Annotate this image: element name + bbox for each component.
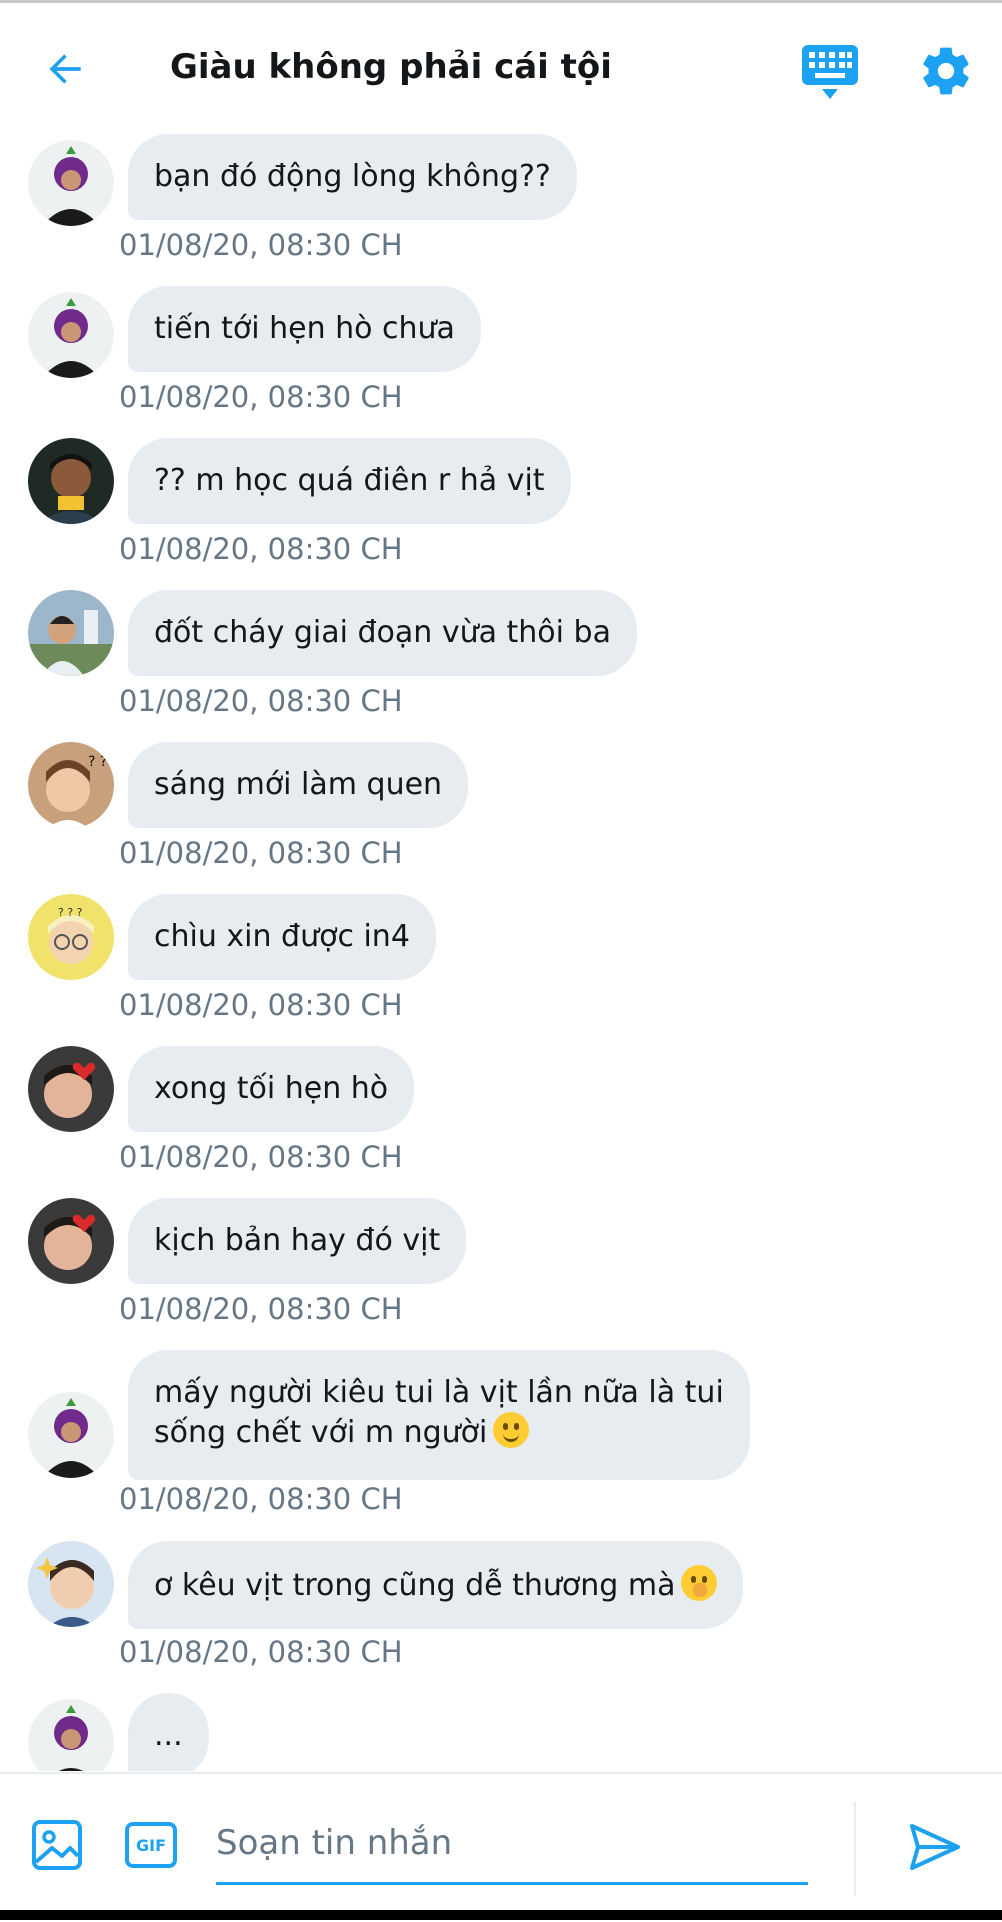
add-gif-button[interactable]: GIF (124, 1818, 178, 1872)
message-bubble[interactable]: bạn đó động lòng không?? (128, 134, 577, 220)
message-bubble[interactable]: đốt cháy giai đoạn vừa thôi ba (128, 590, 637, 676)
message-timestamp: 01/08/20, 08:30 CH (119, 1140, 403, 1174)
message-timestamp: 01/08/20, 08:30 CH (119, 228, 403, 262)
message-line: mấy người kiêu tui là vịt lần nữa là tui (154, 1375, 724, 1410)
message-line: sống chết với m người (154, 1412, 724, 1452)
message-text: ơ kêu vịt trong cũng dễ thương mà (154, 1568, 676, 1603)
image-icon (32, 1820, 82, 1870)
conversation-title[interactable]: Giàu không phải cái tội (170, 47, 612, 87)
message-timestamp: 01/08/20, 08:30 CH (119, 380, 403, 414)
slightly-smiling-emoji-icon (493, 1412, 530, 1448)
send-button[interactable] (906, 1818, 964, 1876)
keyboard-button[interactable] (800, 43, 860, 101)
message-timestamp: 01/08/20, 08:30 CH (119, 1635, 403, 1669)
message-bubble[interactable]: kịch bản hay đó vịt (128, 1198, 467, 1284)
message-bubble[interactable]: sáng mới làm quen (128, 742, 469, 828)
message-bubble[interactable]: ?? m học quá điên r hả vịt (128, 438, 571, 524)
conversation-header: Giàu không phải cái tội (0, 3, 1002, 131)
heart-avatar[interactable] (28, 1198, 114, 1284)
add-image-button[interactable] (30, 1818, 84, 1872)
message-input[interactable] (216, 1804, 808, 1885)
composer-divider (854, 1802, 856, 1896)
settings-button[interactable] (918, 43, 974, 99)
gif-icon: GIF (125, 1822, 177, 1868)
message-timestamp: 01/08/20, 08:30 CH (119, 988, 403, 1022)
yellow-glasses-avatar[interactable]: ? ? ? (28, 894, 114, 980)
svg-text:? ?: ? ? (88, 754, 107, 770)
message-bubble[interactable]: ... (128, 1693, 209, 1771)
system-nav-bar (0, 1910, 1002, 1920)
message-timestamp: 01/08/20, 08:30 CH (119, 1482, 403, 1516)
purple-hair-avatar[interactable] (28, 1392, 114, 1478)
message-timestamp: 01/08/20, 08:30 CH (119, 836, 403, 870)
sparkle-avatar[interactable] (28, 1541, 114, 1627)
purple-hair-avatar[interactable] (28, 1699, 114, 1771)
message-bubble[interactable]: xong tối hẹn hò (128, 1046, 415, 1132)
message-timestamp: 01/08/20, 08:30 CH (119, 1292, 403, 1326)
send-icon (910, 1824, 960, 1870)
message-timestamp: 01/08/20, 08:30 CH (119, 532, 403, 566)
svg-text:? ? ?: ? ? ? (58, 906, 83, 919)
gif-label: GIF (136, 1836, 166, 1855)
keyboard-icon (802, 45, 858, 99)
back-button[interactable] (34, 37, 98, 101)
purple-hair-avatar[interactable] (28, 140, 114, 226)
hand-over-mouth-emoji-icon (681, 1565, 718, 1601)
gear-icon (923, 47, 969, 95)
heart-avatar[interactable] (28, 1046, 114, 1132)
message-bubble[interactable]: chìu xin được in4 (128, 894, 436, 980)
message-line-text: sống chết với m người (154, 1415, 488, 1450)
message-bubble[interactable]: tiến tới hẹn hò chưa (128, 286, 481, 372)
purple-hair-avatar[interactable] (28, 292, 114, 378)
dark-photo-avatar[interactable] (28, 438, 114, 524)
arrow-left-icon (49, 54, 81, 84)
message-bubble[interactable]: ơ kêu vịt trong cũng dễ thương mà (128, 1541, 744, 1629)
message-composer: GIF (0, 1772, 1002, 1922)
message-bubble[interactable]: mấy người kiêu tui là vịt lần nữa là tui… (128, 1350, 750, 1480)
outdoor-photo-avatar[interactable] (28, 590, 114, 676)
message-timestamp: 01/08/20, 08:30 CH (119, 684, 403, 718)
question-marks-avatar[interactable]: ? ? (28, 742, 114, 828)
message-thread[interactable]: bạn đó động lòng không?? 01/08/20, 08:30… (0, 131, 1002, 1771)
